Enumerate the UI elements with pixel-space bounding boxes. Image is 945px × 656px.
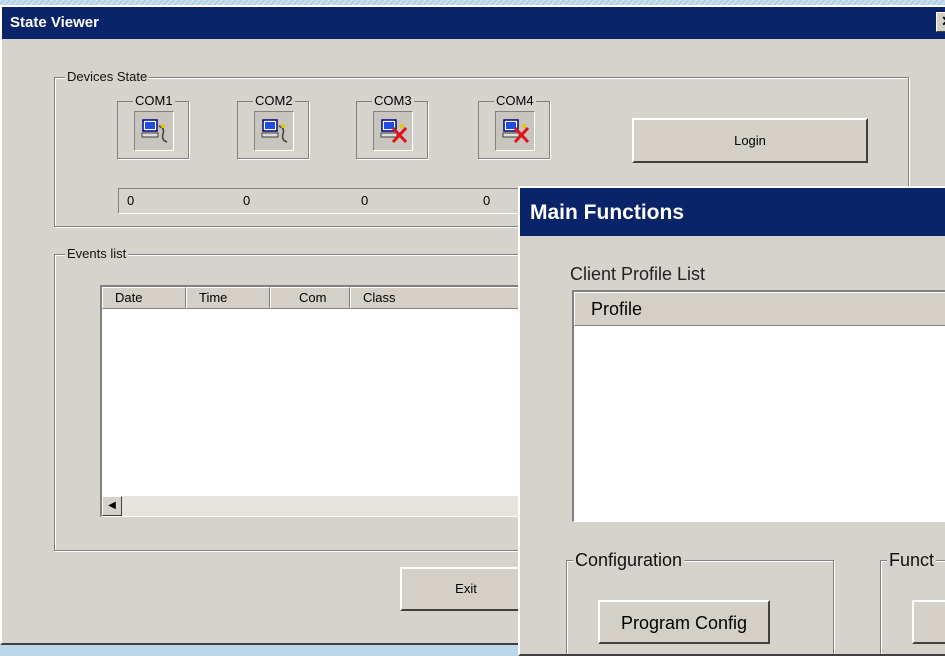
main-functions-titlebar[interactable]: Main Functions <box>520 188 945 236</box>
port-counts-strip: 0 0 0 0 <box>118 188 538 214</box>
column-header-time[interactable]: Time <box>186 287 270 309</box>
com3-status: COM3 <box>356 93 428 159</box>
com4-label: COM4 <box>494 93 536 109</box>
state-viewer-titlebar[interactable]: State Viewer ✕ <box>2 7 945 39</box>
functions-button[interactable] <box>912 600 945 644</box>
com1-label: COM1 <box>133 93 175 109</box>
client-profile-list[interactable]: Profile <box>572 290 945 522</box>
column-header-profile[interactable]: Profile <box>574 292 945 326</box>
column-header-class[interactable]: Class <box>350 287 532 309</box>
com3-label: COM3 <box>372 93 414 109</box>
computer-connected-icon <box>134 111 174 151</box>
column-header-com[interactable]: Com <box>270 287 350 309</box>
login-button[interactable]: Login <box>632 118 868 163</box>
events-list-label: Events list <box>65 246 129 262</box>
main-functions-title: Main Functions <box>530 201 684 224</box>
com4-count: 0 <box>483 193 491 208</box>
com3-count: 0 <box>361 193 369 208</box>
exit-button[interactable]: Exit <box>400 567 532 611</box>
program-config-button[interactable]: Program Config <box>598 600 770 644</box>
scroll-left-arrow-icon[interactable]: ◀ <box>102 496 122 516</box>
computer-connected-icon <box>254 111 294 151</box>
computer-disconnected-icon <box>373 111 413 151</box>
column-header-date[interactable]: Date <box>102 287 186 309</box>
com4-status: COM4 <box>478 93 550 159</box>
com1-count: 0 <box>127 193 135 208</box>
computer-disconnected-icon <box>495 111 535 151</box>
com2-count: 0 <box>243 193 251 208</box>
close-button[interactable]: ✕ <box>936 12 945 32</box>
configuration-label: Configuration <box>573 549 685 571</box>
events-horizontal-scrollbar[interactable]: ◀ <box>102 496 529 516</box>
program-config-label: Program Config <box>620 613 748 633</box>
events-list-header: Date Time Com Class <box>102 287 532 309</box>
com1-status: COM1 <box>117 93 189 159</box>
client-profile-list-label: Client Profile List <box>570 264 706 284</box>
main-functions-window: Main Functions Client Profile List Profi… <box>518 186 945 656</box>
close-icon: ✕ <box>941 13 945 29</box>
functions-label: Funct <box>887 549 937 571</box>
login-button-label: Login <box>734 133 766 148</box>
com2-label: COM2 <box>253 93 295 109</box>
events-listview[interactable]: Date Time Com Class ◀ <box>100 285 532 517</box>
exit-button-label: Exit <box>455 581 477 596</box>
devices-state-label: Devices State <box>65 69 150 85</box>
com2-status: COM2 <box>237 93 309 159</box>
window-title: State Viewer <box>10 14 99 31</box>
